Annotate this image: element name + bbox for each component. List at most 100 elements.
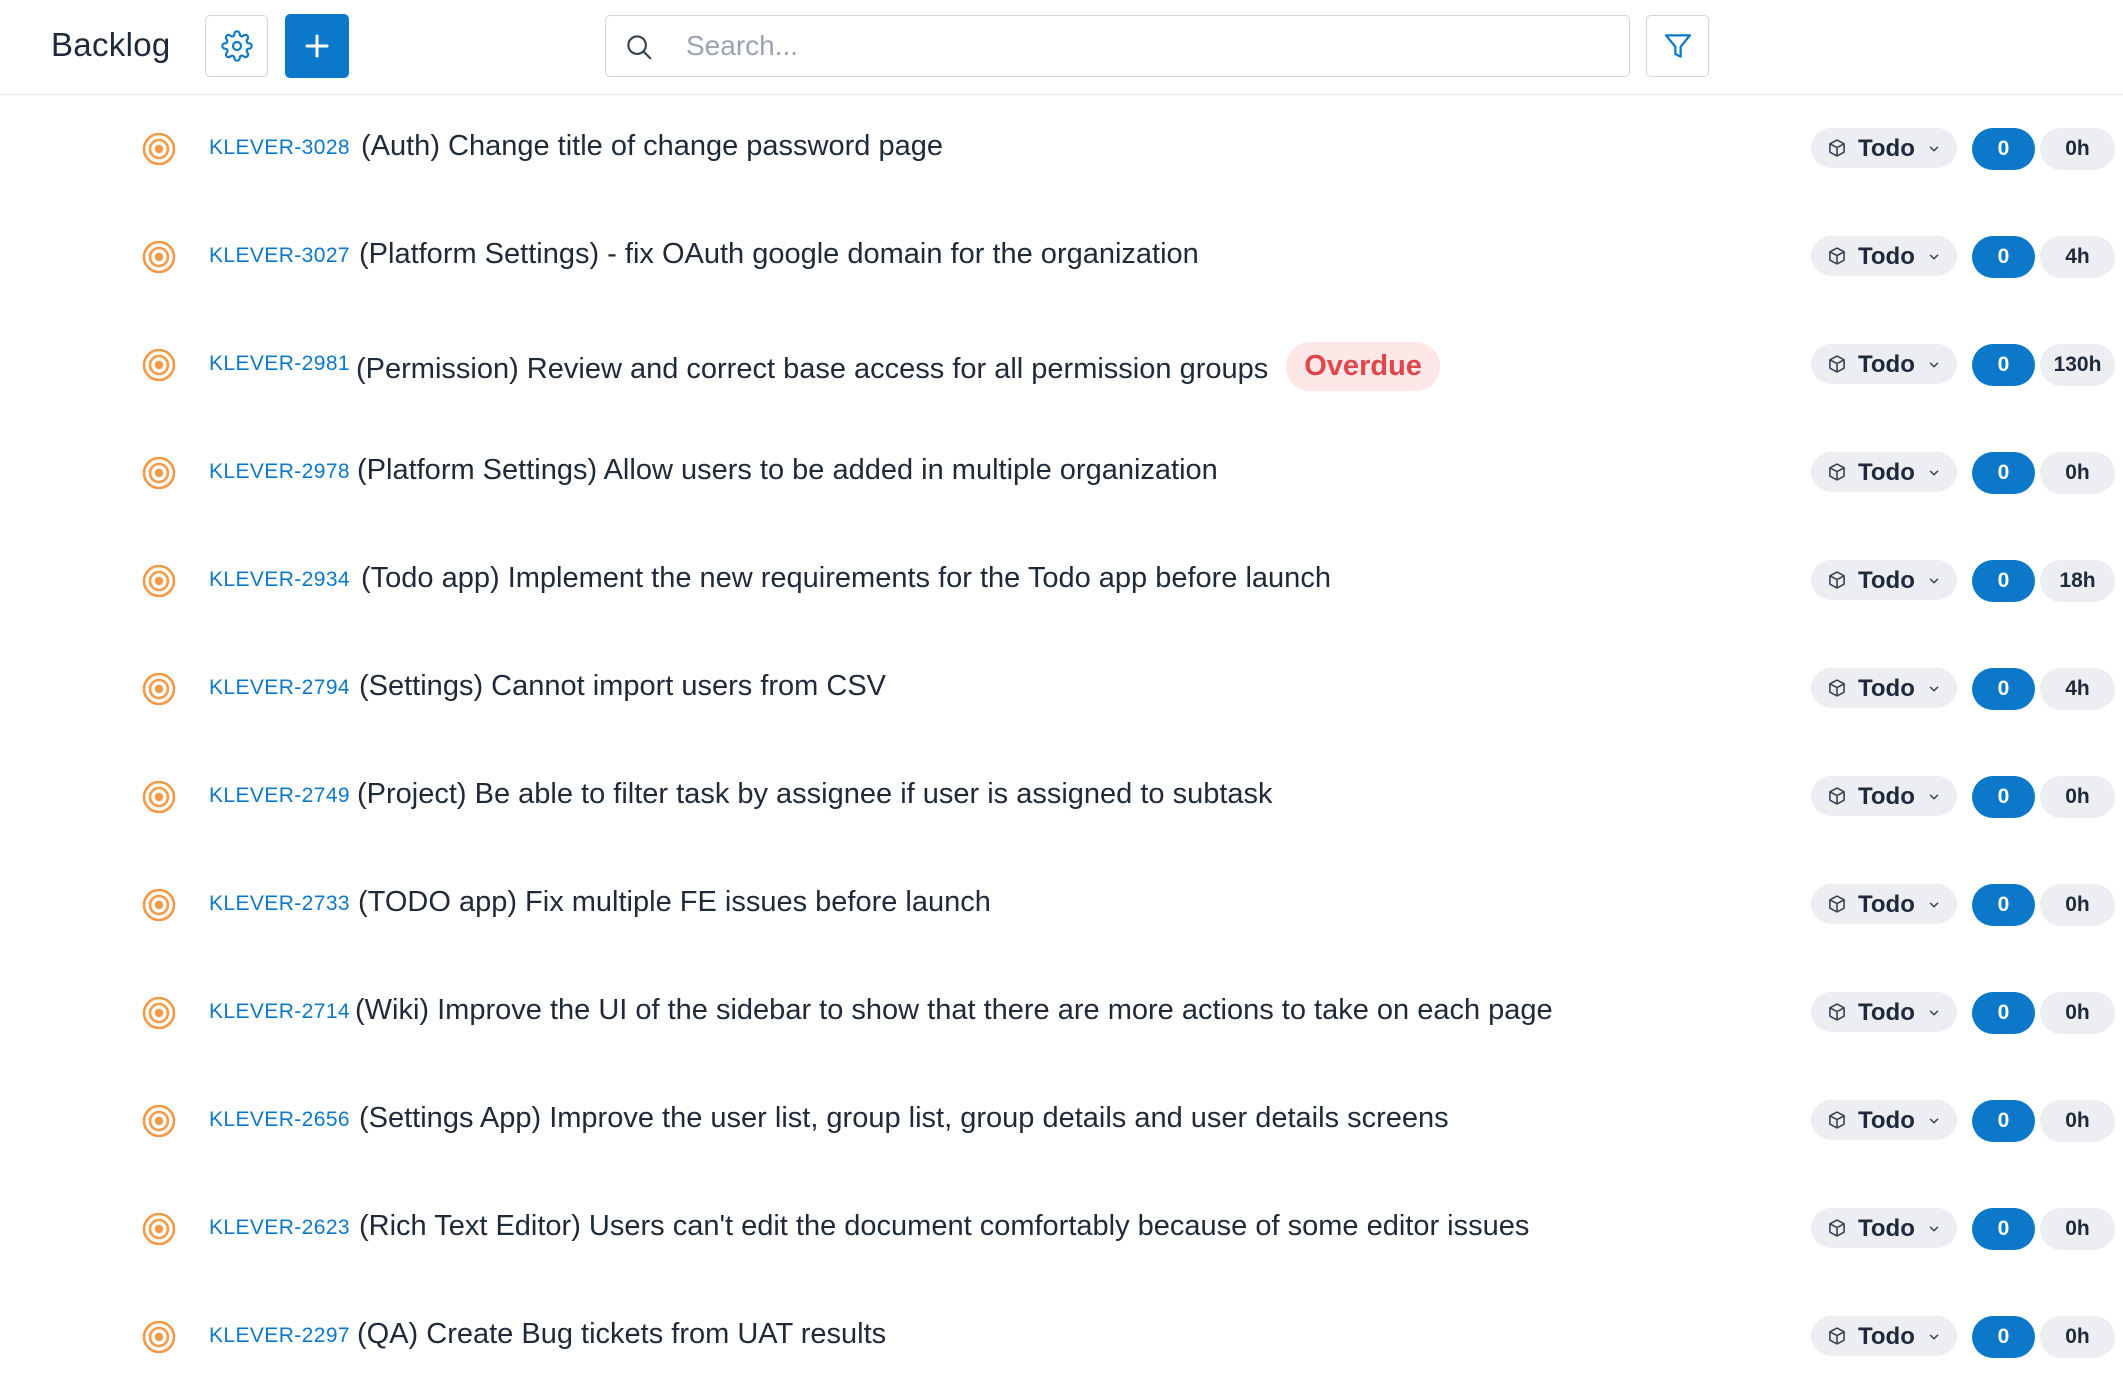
hours-badge[interactable]: 0h <box>2040 1100 2115 1142</box>
page-title: Backlog <box>51 26 171 63</box>
status-dropdown[interactable]: Todo <box>1811 668 1957 708</box>
count-badge[interactable]: 0 <box>1972 1208 2035 1250</box>
task-title[interactable]: (Auth) Change title of change password p… <box>361 130 943 163</box>
task-row[interactable]: KLEVER-2934 (Todo app) Implement the new… <box>0 527 2123 635</box>
count-badge[interactable]: 0 <box>1972 668 2035 710</box>
task-row[interactable]: KLEVER-2656 (Settings App) Improve the u… <box>0 1067 2123 1175</box>
hours-badge[interactable]: 0h <box>2040 884 2115 926</box>
task-title[interactable]: (Wiki) Improve the UI of the sidebar to … <box>355 994 1553 1027</box>
task-key-link[interactable]: KLEVER-2656 <box>209 1108 350 1132</box>
search-box[interactable] <box>605 15 1630 77</box>
task-key-link[interactable]: KLEVER-2934 <box>209 568 350 592</box>
count-badge[interactable]: 0 <box>1972 884 2035 926</box>
task-key-link[interactable]: KLEVER-2981 <box>209 352 350 376</box>
task-title-text: (Settings) Cannot import users from CSV <box>359 670 887 702</box>
hours-badge[interactable]: 18h <box>2040 560 2115 602</box>
hours-badge[interactable]: 0h <box>2040 128 2115 170</box>
count-badge[interactable]: 0 <box>1972 1316 2035 1358</box>
hours-badge[interactable]: 0h <box>2040 992 2115 1034</box>
status-dropdown[interactable]: Todo <box>1811 1316 1957 1356</box>
hours-badge[interactable]: 0h <box>2040 776 2115 818</box>
chevron-down-icon <box>1929 794 1939 800</box>
task-title[interactable]: (Settings App) Improve the user list, gr… <box>359 1102 1449 1135</box>
chevron-down-icon <box>1929 578 1939 584</box>
count-badge[interactable]: 0 <box>1972 992 2035 1034</box>
hours-badge[interactable]: 4h <box>2040 236 2115 278</box>
task-title[interactable]: (Todo app) Implement the new requirement… <box>361 562 1331 595</box>
status-dropdown[interactable]: Todo <box>1811 1208 1957 1248</box>
task-key-link[interactable]: KLEVER-2297 <box>209 1324 350 1348</box>
task-row[interactable]: KLEVER-3027 (Platform Settings) - fix OA… <box>0 203 2123 311</box>
task-title[interactable]: (Platform Settings) Allow users to be ad… <box>357 454 1218 487</box>
count-badge[interactable]: 0 <box>1972 128 2035 170</box>
top-bar: Backlog <box>0 0 2123 95</box>
task-title[interactable]: (Rich Text Editor) Users can't edit the … <box>359 1210 1529 1243</box>
status-label: Todo <box>1858 891 1915 918</box>
status-dropdown[interactable]: Todo <box>1811 128 1957 168</box>
task-title[interactable]: (TODO app) Fix multiple FE issues before… <box>358 886 991 919</box>
task-row[interactable]: KLEVER-2733 (TODO app) Fix multiple FE i… <box>0 851 2123 959</box>
status-dropdown[interactable]: Todo <box>1811 992 1957 1032</box>
task-row[interactable]: KLEVER-2623 (Rich Text Editor) Users can… <box>0 1175 2123 1283</box>
status-label: Todo <box>1858 783 1915 810</box>
settings-button[interactable] <box>205 15 268 77</box>
task-row[interactable]: KLEVER-2794 (Settings) Cannot import use… <box>0 635 2123 743</box>
task-row[interactable]: KLEVER-2978 (Platform Settings) Allow us… <box>0 419 2123 527</box>
status-dropdown[interactable]: Todo <box>1811 884 1957 924</box>
count-badge[interactable]: 0 <box>1972 560 2035 602</box>
task-key-link[interactable]: KLEVER-2733 <box>209 892 350 916</box>
task-title[interactable]: (QA) Create Bug tickets from UAT results <box>357 1318 886 1351</box>
hours-badge[interactable]: 130h <box>2040 344 2115 386</box>
task-title[interactable]: (Settings) Cannot import users from CSV <box>359 670 886 703</box>
task-key-link[interactable]: KLEVER-3028 <box>209 136 350 160</box>
count-badge[interactable]: 0 <box>1972 1100 2035 1142</box>
overdue-badge: Overdue <box>1286 342 1440 391</box>
task-title[interactable]: (Permission) Review and correct base acc… <box>356 342 1440 395</box>
task-key-link[interactable]: KLEVER-3027 <box>209 244 350 268</box>
cube-icon <box>1829 355 1845 373</box>
cube-icon <box>1829 1327 1845 1345</box>
status-dropdown[interactable]: Todo <box>1811 236 1957 276</box>
status-dropdown[interactable]: Todo <box>1811 560 1957 600</box>
task-key-link[interactable]: KLEVER-2794 <box>209 676 350 700</box>
search-input[interactable] <box>686 24 1606 68</box>
chevron-down-icon <box>1929 1334 1939 1340</box>
task-key-link[interactable]: KLEVER-2623 <box>209 1216 350 1240</box>
task-row[interactable]: KLEVER-3028 (Auth) Change title of chang… <box>0 95 2123 203</box>
target-icon <box>142 564 176 598</box>
task-title-text: (Platform Settings) Allow users to be ad… <box>357 454 1218 486</box>
task-row[interactable]: KLEVER-2297 (QA) Create Bug tickets from… <box>0 1283 2123 1391</box>
add-task-button[interactable] <box>285 14 349 78</box>
task-title[interactable]: (Project) Be able to filter task by assi… <box>357 778 1273 811</box>
count-badge[interactable]: 0 <box>1972 344 2035 386</box>
task-title-text: (Rich Text Editor) Users can't edit the … <box>359 1210 1530 1242</box>
target-icon <box>142 132 176 166</box>
task-title[interactable]: (Platform Settings) - fix OAuth google d… <box>359 238 1199 271</box>
status-dropdown[interactable]: Todo <box>1811 1100 1957 1140</box>
status-dropdown[interactable]: Todo <box>1811 344 1957 384</box>
count-badge[interactable]: 0 <box>1972 236 2035 278</box>
task-key-link[interactable]: KLEVER-2714 <box>209 1000 350 1024</box>
cube-icon <box>1829 787 1845 805</box>
task-title-text: (Auth) Change title of change password p… <box>361 130 943 162</box>
task-row[interactable]: KLEVER-2714 (Wiki) Improve the UI of the… <box>0 959 2123 1067</box>
task-row[interactable]: KLEVER-2749 (Project) Be able to filter … <box>0 743 2123 851</box>
status-label: Todo <box>1858 1107 1915 1134</box>
hours-badge[interactable]: 0h <box>2040 1316 2115 1358</box>
hours-badge[interactable]: 0h <box>2040 1208 2115 1250</box>
filter-button[interactable] <box>1646 15 1709 77</box>
count-badge[interactable]: 0 <box>1972 776 2035 818</box>
target-icon <box>142 240 176 274</box>
task-key-link[interactable]: KLEVER-2749 <box>209 784 350 808</box>
hours-badge[interactable]: 4h <box>2040 668 2115 710</box>
task-row[interactable]: KLEVER-2981 (Permission) Review and corr… <box>0 311 2123 419</box>
status-dropdown[interactable]: Todo <box>1811 776 1957 816</box>
chevron-down-icon <box>1929 470 1939 476</box>
count-badge[interactable]: 0 <box>1972 452 2035 494</box>
target-icon <box>142 1212 176 1246</box>
chevron-down-icon <box>1929 362 1939 368</box>
hours-badge[interactable]: 0h <box>2040 452 2115 494</box>
task-key-link[interactable]: KLEVER-2978 <box>209 460 350 484</box>
chevron-down-icon <box>1929 1226 1939 1232</box>
status-dropdown[interactable]: Todo <box>1811 452 1957 492</box>
